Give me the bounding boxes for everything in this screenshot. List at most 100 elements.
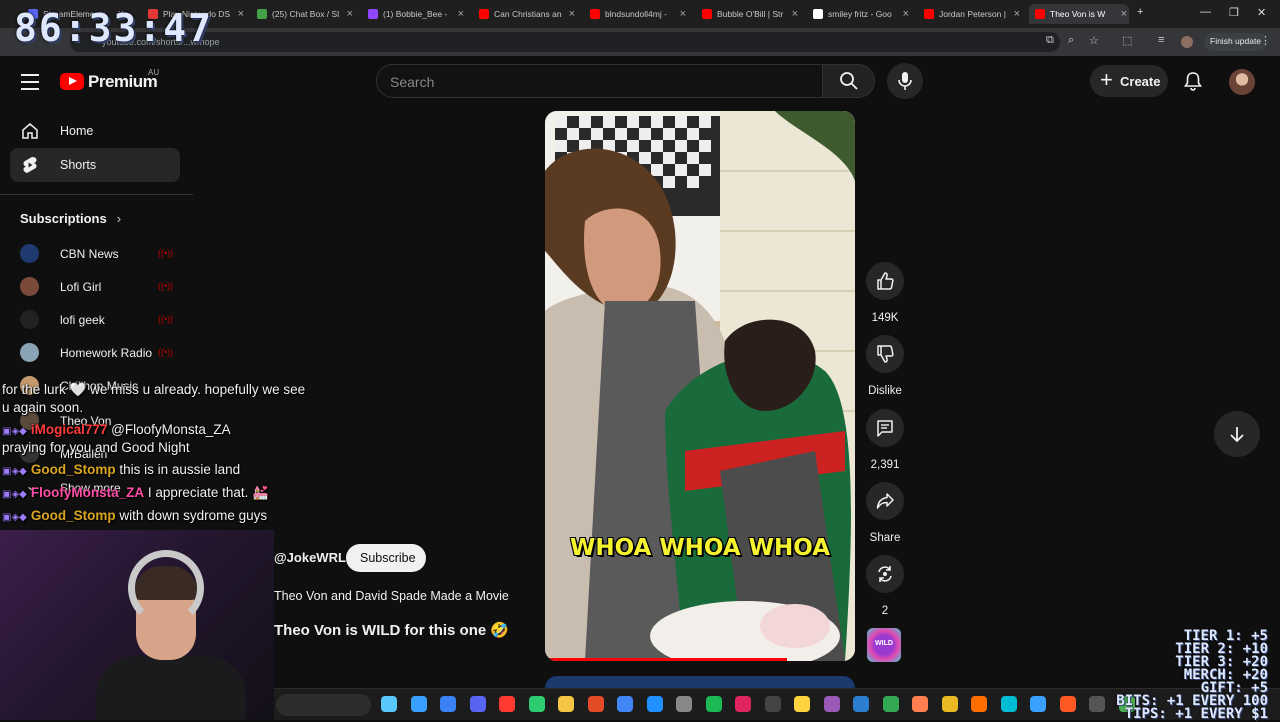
tab-close-icon[interactable]: × — [1014, 8, 1020, 20]
taskbar-app-icon[interactable] — [794, 696, 810, 712]
comments-action[interactable]: 2,391 — [866, 409, 904, 471]
video-progress-bar[interactable] — [545, 658, 787, 661]
taskbar-app-icon[interactable] — [823, 696, 840, 712]
chat-message: ▣◈◆ iMogical777 @FloofyMonsta_ZA — [2, 422, 231, 437]
browser-tab[interactable]: (25) Chat Box / Sl × — [251, 4, 355, 24]
browser-tab[interactable]: Can Christians an × — [473, 4, 577, 24]
remix-button[interactable] — [866, 555, 904, 593]
close-window-icon[interactable]: ✕ — [1257, 6, 1266, 19]
search-button[interactable] — [822, 64, 875, 98]
subscription-item[interactable]: Lofi Girl ((•)) — [20, 277, 180, 297]
taskbar-discord-icon[interactable] — [469, 696, 486, 712]
taskbar-folder-icon[interactable] — [558, 696, 574, 712]
taskbar-app-icon[interactable] — [1030, 696, 1046, 712]
tab-label: Bubble O'Bill | Str — [717, 9, 784, 19]
new-tab-button[interactable]: + — [1137, 6, 1143, 18]
minimize-icon[interactable]: — — [1200, 6, 1211, 18]
shorts-video-player[interactable]: WHOA WHOA WHOA — [545, 111, 855, 661]
subscribe-button[interactable]: Subscribe — [346, 544, 426, 572]
premium-wordmark[interactable]: Premium — [88, 72, 158, 92]
voice-search-button[interactable] — [887, 63, 923, 99]
taskbar-obs-icon[interactable] — [676, 696, 692, 712]
chat-badge-icon: ▣◈◆ — [2, 512, 27, 523]
chat-badge-icon: ▣◈◆ — [2, 466, 27, 477]
subscription-item[interactable]: lofi geek ((•)) — [20, 310, 180, 330]
profile-avatar[interactable] — [1181, 36, 1193, 48]
taskbar-xbox-icon[interactable] — [528, 696, 545, 712]
taskbar-app-icon[interactable] — [912, 696, 928, 712]
tab-favicon-icon — [257, 9, 267, 19]
dislike-button[interactable] — [866, 335, 904, 373]
channel-avatar — [20, 343, 39, 362]
taskbar-app-icon[interactable] — [941, 696, 958, 712]
tab-close-icon[interactable]: × — [680, 8, 686, 20]
tab-close-icon[interactable]: × — [458, 8, 464, 20]
related-video-link[interactable]: Theo Von and David Spade Made a Movie — [274, 589, 509, 603]
browser-tab[interactable]: Jordan Peterson | × — [918, 4, 1022, 24]
tab-close-icon[interactable]: × — [903, 8, 909, 20]
dislike-action[interactable]: Dislike — [866, 335, 904, 397]
sidebar-item-home[interactable]: Home — [10, 114, 180, 148]
subscriptions-heading[interactable]: Subscriptions › — [20, 211, 121, 226]
tab-favicon-icon — [368, 9, 378, 19]
extensions-icon[interactable]: ⬚ — [1122, 34, 1132, 47]
youtube-logo[interactable] — [60, 73, 84, 90]
tab-close-icon[interactable]: × — [792, 8, 798, 20]
account-avatar[interactable] — [1229, 69, 1255, 95]
subscription-item[interactable]: CBN News ((•)) — [20, 244, 180, 264]
taskbar-chrome-icon[interactable] — [617, 696, 633, 712]
taskbar-app-icon[interactable] — [499, 696, 515, 712]
thumbs-up-icon — [877, 272, 894, 290]
zoom-icon[interactable]: ⌕ — [1068, 34, 1074, 47]
taskbar-app-icon[interactable] — [646, 696, 663, 712]
install-icon[interactable]: ⧉ — [1046, 34, 1054, 47]
taskbar-search[interactable] — [276, 694, 371, 716]
channel-avatar — [20, 244, 39, 263]
taskbar-spotify-icon[interactable] — [705, 696, 722, 712]
taskbar-app-icon[interactable] — [882, 696, 899, 712]
taskbar-app-icon[interactable] — [971, 696, 987, 712]
search-input[interactable]: Search — [376, 64, 823, 98]
taskbar-file-icon[interactable] — [410, 696, 427, 712]
sidebar-item-shorts[interactable]: Shorts — [10, 148, 180, 182]
tab-close-icon[interactable]: × — [347, 8, 353, 20]
chat-text: I appreciate that. 💒 — [147, 485, 269, 500]
taskbar-app-icon[interactable] — [764, 696, 781, 712]
notifications-icon[interactable] — [1184, 71, 1202, 96]
address-input[interactable]: youtube.com/shorts/...wmope — [70, 32, 1060, 52]
browser-tab[interactable]: blndsundoll4mj - × — [584, 4, 688, 24]
like-button[interactable] — [866, 262, 904, 300]
share-button[interactable] — [866, 482, 904, 520]
finish-update-button[interactable]: Finish update — [1204, 33, 1268, 51]
browser-menu-icon[interactable]: ⋮ — [1260, 34, 1271, 47]
tab-close-icon[interactable]: × — [238, 8, 244, 20]
taskbar-tiktok-icon[interactable] — [735, 696, 751, 712]
tab-close-icon[interactable]: × — [569, 8, 575, 20]
taskbar-app-icon[interactable] — [853, 696, 869, 712]
share-action[interactable]: Share — [866, 482, 904, 544]
browser-tab[interactable]: (1) Bobbie_Bee - × — [362, 4, 466, 24]
subscription-item[interactable]: Homework Radio ((•)) — [20, 343, 180, 363]
browser-tab[interactable]: Theo Von is W × — [1029, 4, 1129, 24]
webcam-person-shirt — [96, 656, 246, 720]
channel-thumbnail[interactable]: WILD — [867, 628, 901, 662]
taskbar-app-icon[interactable] — [1089, 696, 1105, 712]
taskbar-app-icon[interactable] — [1000, 696, 1017, 712]
next-short-button[interactable] — [1214, 411, 1260, 457]
menu-icon[interactable] — [21, 74, 39, 95]
taskbar-widget-icon[interactable] — [381, 696, 397, 712]
maximize-icon[interactable]: ❐ — [1229, 6, 1239, 19]
browser-tab[interactable]: Bubble O'Bill | Str × — [696, 4, 800, 24]
taskbar-git-icon[interactable] — [587, 696, 604, 712]
remix-action[interactable]: 2 — [866, 555, 904, 617]
live-indicator-icon: ((•)) — [158, 314, 174, 324]
channel-name[interactable]: @JokeWRLD — [274, 550, 355, 565]
comments-button[interactable] — [866, 409, 904, 447]
media-icon[interactable]: ≡ — [1158, 34, 1164, 46]
browser-tab[interactable]: smiley fritz - Goo × — [807, 4, 911, 24]
taskbar-app-icon[interactable] — [1059, 696, 1076, 712]
bookmark-star-icon[interactable]: ☆ — [1089, 34, 1099, 47]
tab-close-icon[interactable]: × — [1121, 8, 1127, 20]
like-action[interactable]: 149K — [866, 262, 904, 324]
taskbar-steam-icon[interactable] — [440, 696, 456, 712]
